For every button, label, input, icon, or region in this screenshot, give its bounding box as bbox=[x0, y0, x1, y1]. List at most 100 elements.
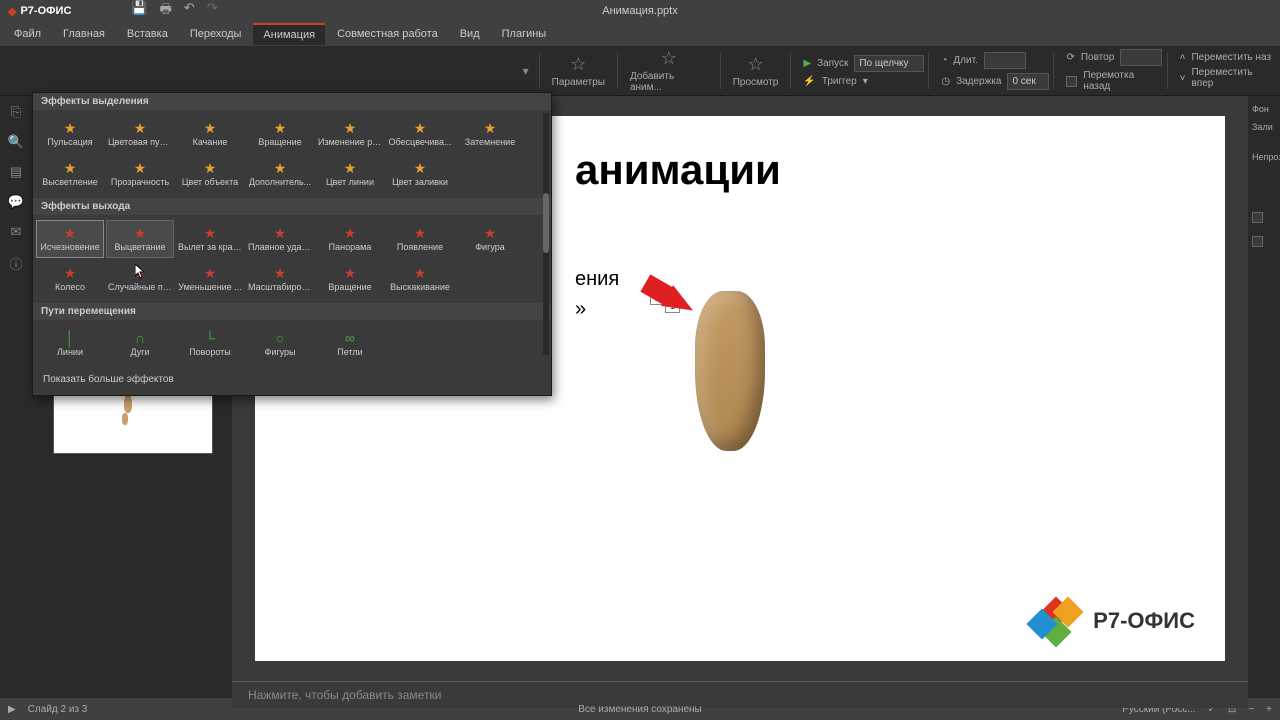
save-icon[interactable]: 💾 bbox=[131, 0, 147, 22]
peanut-image[interactable] bbox=[695, 291, 765, 451]
anim-effect-item[interactable]: └Повороты bbox=[176, 325, 244, 363]
slides-icon[interactable]: ▤ bbox=[10, 164, 22, 180]
zoom-out-icon[interactable]: − bbox=[1248, 704, 1254, 715]
menu-plugins[interactable]: Плагины bbox=[492, 24, 557, 44]
anim-effect-item[interactable]: ★Случайные по... bbox=[106, 260, 174, 298]
logo-icon: ◆ bbox=[8, 5, 16, 18]
btn-parameters[interactable]: ☆ Параметры bbox=[544, 52, 613, 90]
preview-icon: ☆ bbox=[747, 54, 763, 75]
anim-effect-item[interactable]: ★Цвет объекта bbox=[176, 155, 244, 193]
menu-file[interactable]: Файл bbox=[4, 24, 51, 44]
slideshow-icon[interactable]: ▶ bbox=[8, 704, 16, 715]
move-back-label: Переместить наз bbox=[1191, 52, 1271, 63]
trigger-label[interactable]: Триггер bbox=[822, 76, 857, 87]
chevron-up-icon: ˄ bbox=[1180, 52, 1186, 63]
btn-preview[interactable]: ☆ Просмотр bbox=[725, 52, 787, 90]
menu-animation[interactable]: Анимация bbox=[253, 23, 325, 45]
anim-effect-item[interactable]: ★Цвет заливки bbox=[386, 155, 454, 193]
star-emphasis-icon: ★ bbox=[274, 161, 287, 175]
anim-effect-item[interactable]: ★Исчезновение bbox=[36, 220, 104, 258]
print-icon[interactable]: 🖶 bbox=[160, 0, 172, 22]
anim-effect-item[interactable]: │Линии bbox=[36, 325, 104, 363]
params-label: Параметры bbox=[552, 77, 605, 88]
show-more-effects[interactable]: Показать больше эффектов bbox=[33, 368, 551, 391]
path-icon: ∞ bbox=[345, 331, 355, 345]
anim-effect-item[interactable]: ★ Затемнение bbox=[456, 115, 524, 153]
star-emphasis-icon: ★ bbox=[484, 121, 497, 135]
chevron-down-icon: ˅ bbox=[1180, 73, 1186, 84]
anim-effect-item[interactable]: ★Вылет за край... bbox=[176, 220, 244, 258]
anim-effect-item[interactable]: ★Панорама bbox=[316, 220, 384, 258]
chk-1[interactable] bbox=[1252, 212, 1263, 223]
effect-label: Вылет за край... bbox=[178, 242, 242, 252]
anim-effect-item[interactable]: ★Обесцвечива... bbox=[386, 115, 454, 153]
anim-effect-item[interactable]: ★Вращение bbox=[316, 260, 384, 298]
zoom-in-icon[interactable]: + bbox=[1266, 704, 1272, 715]
anim-effect-item[interactable]: ★ Дополнитель... bbox=[246, 155, 314, 193]
brand-logo: Р7-ОФИС bbox=[1025, 601, 1195, 641]
slide-title-text: анимации bbox=[575, 146, 781, 194]
search-icon[interactable]: 🔍 bbox=[8, 134, 24, 150]
anim-effect-item[interactable]: ○Фигуры bbox=[246, 325, 314, 363]
btn-add-animation[interactable]: ☆ Добавить аним... bbox=[622, 46, 716, 95]
anim-effect-item[interactable]: ★Цветовая пул... bbox=[106, 115, 174, 153]
rewind-checkbox[interactable] bbox=[1066, 76, 1077, 87]
repeat-input[interactable] bbox=[1120, 49, 1162, 66]
anim-effect-item[interactable]: ★Цвет линии bbox=[316, 155, 384, 193]
effect-label: Выскакивание bbox=[390, 282, 450, 292]
anim-effect-item[interactable]: ★Уменьшение ... bbox=[176, 260, 244, 298]
panel-scrollbar[interactable] bbox=[543, 113, 549, 355]
effect-label: Дополнитель... bbox=[249, 177, 311, 187]
chevron-down-icon[interactable]: ▾ bbox=[863, 76, 868, 87]
chat-icon[interactable]: ✉ bbox=[11, 224, 22, 240]
anim-effect-item[interactable]: ★Высветление bbox=[36, 155, 104, 193]
clock-icon: ◔ bbox=[941, 55, 947, 66]
effect-label: Фигуры bbox=[264, 347, 295, 357]
menu-view[interactable]: Вид bbox=[450, 24, 490, 44]
start-select[interactable] bbox=[854, 55, 924, 72]
path-icon: └ bbox=[205, 331, 215, 345]
delay-input[interactable] bbox=[1007, 73, 1049, 90]
move-forward-button[interactable]: ˅ Переместить впер bbox=[1180, 67, 1276, 89]
undo-icon[interactable]: ↶ bbox=[184, 0, 195, 22]
anim-effect-item[interactable]: ∩Дуги bbox=[106, 325, 174, 363]
menu-home[interactable]: Главная bbox=[53, 24, 115, 44]
section-exit-title: Эффекты выхода bbox=[33, 198, 551, 215]
move-back-button[interactable]: ˄ Переместить наз bbox=[1180, 52, 1276, 63]
menu-insert[interactable]: Вставка bbox=[117, 24, 178, 44]
star-exit-icon: ★ bbox=[344, 226, 357, 240]
anim-effect-item[interactable]: ★Выцветание bbox=[106, 220, 174, 258]
app-logo: ◆ Р7-ОФИС bbox=[8, 5, 71, 18]
grid-emphasis: ★Пульсация★Цветовая пул...★Качание★Враще… bbox=[33, 110, 551, 198]
redo-icon[interactable]: ↷ bbox=[207, 0, 218, 22]
effect-label: Затемнение bbox=[465, 137, 515, 147]
star-emphasis-icon: ★ bbox=[344, 121, 357, 135]
anim-effect-item[interactable]: ★Качание bbox=[176, 115, 244, 153]
arrow-shape[interactable] bbox=[661, 285, 699, 321]
gallery-expand-icon[interactable]: ▾ bbox=[523, 64, 529, 78]
notes-area[interactable]: Нажмите, чтобы добавить заметки bbox=[232, 681, 1248, 708]
titlebar: ◆ Р7-ОФИС 💾 🖶 ↶ ↷ Анимация.pptx bbox=[0, 0, 1280, 22]
anim-effect-item[interactable]: ∞Петли bbox=[316, 325, 384, 363]
info-icon[interactable]: ⓘ bbox=[9, 254, 22, 273]
anim-effect-item[interactable]: ★Прозрачность bbox=[106, 155, 174, 193]
anim-effect-item[interactable]: ★Появление bbox=[386, 220, 454, 258]
duration-input[interactable] bbox=[984, 52, 1026, 69]
anim-effect-item[interactable]: ★Плавное удал... bbox=[246, 220, 314, 258]
effect-label: Цвет заливки bbox=[392, 177, 448, 187]
effect-label: Масштабиров... bbox=[248, 282, 312, 292]
anim-effect-item[interactable]: ★Фигура bbox=[456, 220, 524, 258]
anim-effect-item[interactable]: ★Вращение bbox=[246, 115, 314, 153]
comments-icon[interactable]: 💬 bbox=[8, 194, 24, 210]
menu-collab[interactable]: Совместная работа bbox=[327, 24, 448, 44]
copy-icon[interactable]: ⎘ bbox=[11, 104, 21, 120]
anim-effect-item[interactable]: ★Изменение ра... bbox=[316, 115, 384, 153]
quick-access-toolbar: 💾 🖶 ↶ ↷ bbox=[131, 0, 217, 22]
anim-effect-item[interactable]: ★Масштабиров... bbox=[246, 260, 314, 298]
anim-effect-item[interactable]: ★Выскакивание bbox=[386, 260, 454, 298]
add-anim-label: Добавить аним... bbox=[630, 71, 708, 93]
chk-2[interactable] bbox=[1252, 236, 1263, 247]
anim-effect-item[interactable]: ★Пульсация bbox=[36, 115, 104, 153]
menu-transitions[interactable]: Переходы bbox=[180, 24, 252, 44]
anim-effect-item[interactable]: ★Колесо bbox=[36, 260, 104, 298]
